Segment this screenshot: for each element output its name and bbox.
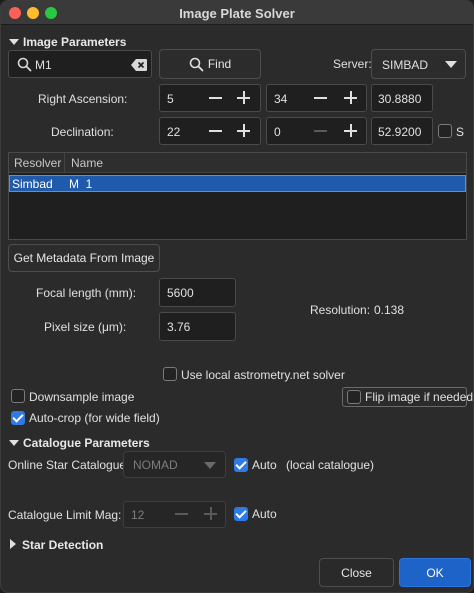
limit-mag-label: Catalogue Limit Mag:	[8, 508, 122, 522]
use-local-solver-label: Use local astrometry.net solver	[181, 368, 345, 382]
dec-label: Declination:	[51, 125, 114, 139]
expanded-triangle-icon	[9, 39, 19, 45]
get-metadata-label: Get Metadata From Image	[13, 251, 155, 265]
pixel-size-value: 3.76	[167, 320, 191, 334]
resolution-value: 0.138	[374, 303, 405, 317]
close-button[interactable]: Close	[319, 558, 394, 587]
window-title: Image Plate Solver	[179, 6, 295, 21]
title-bar: Image Plate Solver	[1, 1, 473, 25]
ra-seconds-field[interactable]: 30.8880	[371, 84, 433, 112]
online-catalogue-label: Online Star Catalogue:	[8, 458, 130, 472]
ra-hours-value: 5	[167, 92, 174, 106]
limit-auto-label: Auto	[252, 507, 277, 521]
find-label: Find	[207, 57, 232, 71]
dec-seconds-value: 52.9200	[378, 125, 422, 139]
limit-mag-value: 12	[131, 508, 145, 522]
close-label: Close	[341, 565, 372, 580]
chevron-down-icon	[445, 61, 457, 68]
dec-seconds-field[interactable]: 52.9200	[371, 117, 433, 145]
pixel-size-label: Pixel size (μm):	[44, 320, 127, 334]
autocrop-checkbox[interactable]	[11, 411, 25, 425]
dec-degrees-spinbox[interactable]: 22	[159, 117, 261, 145]
focal-length-field[interactable]: 5600	[159, 278, 236, 307]
online-catalogue-value: NOMAD	[133, 458, 178, 472]
star-detection-header[interactable]: Star Detection	[10, 538, 103, 552]
dec-minutes-value: 0	[274, 125, 281, 139]
dec-minutes-spinbox[interactable]: 0	[266, 117, 367, 145]
column-divider	[64, 153, 65, 173]
magnifier-icon	[189, 57, 204, 71]
collapsed-triangle-icon	[10, 539, 16, 549]
downsample-label: Downsample image	[29, 390, 135, 404]
catalogue-parameters-label: Catalogue Parameters	[23, 436, 150, 450]
use-local-solver-checkbox[interactable]	[163, 367, 177, 381]
server-label: Server:	[333, 57, 372, 71]
resolver-results-table[interactable]: Resolver Name Simbad M 1	[8, 152, 467, 240]
object-search-value: M1	[35, 58, 52, 72]
ra-label: Right Ascension:	[38, 92, 128, 106]
get-metadata-button[interactable]: Get Metadata From Image	[8, 244, 160, 272]
ra-seconds-value: 30.8880	[378, 92, 422, 106]
resolution-label: Resolution:	[310, 303, 371, 317]
server-value: SIMBAD	[382, 58, 429, 72]
limit-mag-spinbox: 12	[123, 501, 226, 528]
expanded-triangle-icon	[9, 440, 19, 446]
minus-icon[interactable]	[206, 121, 226, 141]
catalogue-parameters-header[interactable]: Catalogue Parameters	[9, 436, 150, 450]
south-sign-checkbox[interactable]	[438, 124, 452, 138]
online-catalogue-select: NOMAD	[123, 451, 226, 478]
ra-minutes-spinbox[interactable]: 34	[266, 84, 367, 112]
plus-icon[interactable]	[234, 121, 254, 141]
focal-length-value: 5600	[167, 286, 194, 300]
minus-icon[interactable]	[311, 88, 331, 108]
find-button[interactable]: Find	[159, 49, 261, 79]
ok-label: OK	[426, 565, 444, 580]
image-parameters-label: Image Parameters	[23, 35, 127, 49]
table-row[interactable]: Simbad M 1	[9, 175, 466, 192]
catalogue-auto-label: Auto	[252, 458, 277, 472]
pixel-size-field[interactable]: 3.76	[159, 312, 236, 341]
column-header-name[interactable]: Name	[71, 156, 103, 170]
ra-minutes-value: 34	[274, 92, 288, 106]
ra-hours-spinbox[interactable]: 5	[159, 84, 261, 112]
dec-degrees-value: 22	[167, 125, 181, 139]
search-icon	[17, 57, 32, 72]
ok-button[interactable]: OK	[399, 558, 471, 587]
plus-icon[interactable]	[234, 88, 254, 108]
autocrop-label: Auto-crop (for wide field)	[29, 411, 160, 425]
plus-icon[interactable]	[341, 88, 361, 108]
flip-image-label: Flip image if needed	[365, 390, 474, 404]
chevron-down-icon	[204, 462, 216, 469]
downsample-checkbox[interactable]	[11, 389, 25, 403]
minus-icon[interactable]	[206, 88, 226, 108]
star-detection-label: Star Detection	[22, 538, 104, 552]
image-parameters-header[interactable]: Image Parameters	[9, 35, 126, 49]
focal-length-label: Focal length (mm):	[36, 286, 137, 300]
catalogue-auto-checkbox[interactable]	[234, 458, 248, 472]
local-catalogue-note: (local catalogue)	[286, 458, 375, 472]
minus-icon	[172, 504, 192, 524]
object-search-input[interactable]: M1	[8, 50, 152, 78]
row-name: M 1	[69, 177, 93, 191]
minus-icon	[311, 121, 331, 141]
row-resolver: Simbad	[12, 177, 53, 191]
plate-solver-window: Image Plate Solver Image Parameters M1 F…	[0, 0, 474, 593]
column-header-resolver[interactable]: Resolver	[14, 156, 61, 170]
plus-icon[interactable]	[341, 121, 361, 141]
clear-text-icon[interactable]	[131, 59, 147, 71]
plus-icon	[201, 504, 221, 524]
server-select[interactable]: SIMBAD	[371, 49, 466, 79]
table-header: Resolver Name	[9, 153, 466, 173]
flip-image-checkbox[interactable]	[347, 390, 361, 404]
south-sign-label: S	[456, 125, 465, 139]
limit-auto-checkbox[interactable]	[234, 507, 248, 521]
